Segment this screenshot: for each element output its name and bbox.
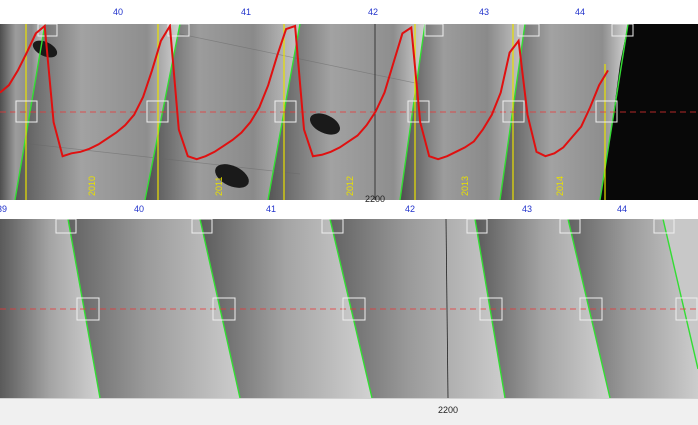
top-panel-ring-axis: 40 41 42 43 44: [0, 0, 698, 24]
ring-label: 42: [367, 7, 379, 17]
ring-label: 40: [112, 7, 124, 17]
bottom-core-image[interactable]: [0, 219, 698, 398]
ring-label: 43: [478, 7, 490, 17]
ring-label: 44: [574, 7, 586, 17]
year-label: 2010: [87, 176, 97, 196]
top-core-image[interactable]: 2010 2011 2012 2013 2014: [0, 24, 698, 200]
year-label: 2012: [345, 176, 355, 196]
ring-label: 40: [133, 204, 145, 214]
ring-label: 43: [521, 204, 533, 214]
bottom-core-image-panel[interactable]: [0, 219, 698, 398]
bottom-panel-ring-axis: 39 40 41 42 43 44 2200: [0, 194, 698, 219]
ring-label: 41: [240, 7, 252, 17]
year-label: 2011: [214, 177, 224, 196]
position-label: 2200: [437, 405, 459, 415]
ring-label: 42: [404, 204, 416, 214]
position-label: 2200: [364, 194, 386, 204]
ring-label: 39: [0, 204, 8, 214]
bottom-position-bar: 2200: [0, 398, 698, 425]
year-label: 2013: [460, 176, 470, 196]
top-core-image-panel[interactable]: 2010 2011 2012 2013 2014: [0, 24, 698, 200]
ring-label: 44: [616, 204, 628, 214]
ring-label: 41: [265, 204, 277, 214]
year-label: 2014: [555, 176, 565, 196]
